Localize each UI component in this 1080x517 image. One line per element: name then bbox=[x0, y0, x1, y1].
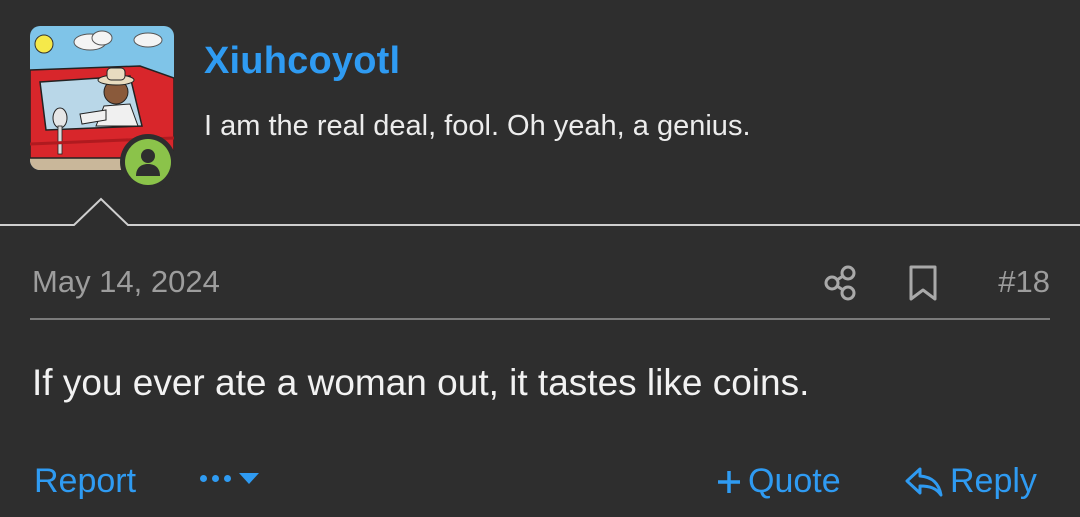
more-options-dropdown[interactable] bbox=[200, 470, 261, 486]
reply-arrow-icon bbox=[904, 466, 944, 498]
quote-label: Quote bbox=[748, 462, 841, 500]
post-separator bbox=[0, 197, 1080, 226]
post-body: If you ever ate a woman out, it tastes l… bbox=[32, 362, 810, 403]
post-date-link[interactable]: May 14, 2024 bbox=[32, 264, 220, 300]
plus-icon bbox=[716, 469, 742, 495]
post-number-link[interactable]: #18 bbox=[998, 264, 1050, 300]
username-link[interactable]: Xiuhcoyotl bbox=[204, 40, 400, 83]
user-online-icon bbox=[120, 134, 176, 190]
forum-post: Xiuhcoyotl I am the real deal, fool. Oh … bbox=[0, 0, 1080, 517]
avatar-container[interactable] bbox=[30, 26, 176, 190]
quote-button[interactable]: Quote bbox=[716, 462, 841, 501]
reply-label: Reply bbox=[950, 462, 1037, 500]
report-link[interactable]: Report bbox=[34, 462, 136, 501]
chevron-down-icon bbox=[239, 473, 259, 484]
share-icon[interactable] bbox=[822, 264, 860, 302]
bookmark-icon[interactable] bbox=[906, 264, 940, 302]
ellipsis-icon bbox=[200, 474, 231, 482]
reply-button[interactable]: Reply bbox=[904, 462, 1037, 501]
user-title: I am the real deal, fool. Oh yeah, a gen… bbox=[204, 110, 751, 142]
meta-divider bbox=[30, 318, 1050, 320]
